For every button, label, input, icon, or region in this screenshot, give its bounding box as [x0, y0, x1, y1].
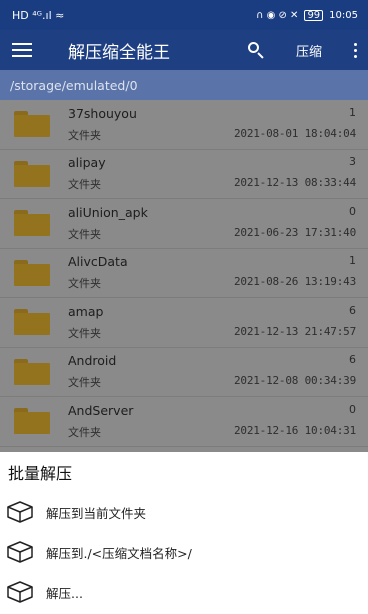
menu-icon[interactable] [12, 43, 32, 57]
file-type: 文件夹 [68, 178, 101, 192]
file-name: 37shouyou [68, 105, 137, 121]
file-name: aliUnion_apk [68, 204, 148, 220]
file-name: alipay [68, 155, 106, 171]
battery-icon: 99 [304, 9, 324, 21]
list-item[interactable]: AlivcData 1 文件夹 2021-08-26 13:19:43 [0, 249, 368, 298]
status-icons: ∩ ◉ ⊘ ✕ [256, 9, 299, 21]
item-count: 6 [349, 353, 356, 367]
status-bar: HD ⁴ᴳ.ıl ≈ ∩ ◉ ⊘ ✕ 99 10:05 [0, 0, 368, 30]
compress-button[interactable]: 压缩 [296, 41, 322, 60]
bottom-sheet: 批量解压 解压到当前文件夹 解压到./<压缩文档名称>/ 解压... [0, 452, 368, 614]
folder-icon [14, 309, 50, 336]
item-count: 0 [349, 402, 356, 416]
list-item[interactable]: Android 6 文件夹 2021-12-08 00:34:39 [0, 348, 368, 397]
folder-icon [14, 111, 50, 138]
file-name: amap [68, 303, 104, 319]
list-item[interactable]: alipay 3 文件夹 2021-12-13 08:33:44 [0, 150, 368, 199]
file-list: 37shouyou 1 文件夹 2021-08-01 18:04:04 alipay… [0, 100, 368, 452]
sheet-item-label: 解压到./<压缩文档名称>/ [46, 545, 192, 561]
item-count: 1 [349, 254, 356, 268]
file-name: AndServer [68, 402, 134, 418]
extract-here-option[interactable]: 解压到当前文件夹 [0, 492, 368, 532]
folder-icon [14, 358, 50, 385]
clock: 10:05 [329, 9, 358, 21]
file-type: 文件夹 [68, 128, 101, 142]
file-name: AlivcData [68, 254, 128, 270]
extract-to-folder-option[interactable]: 解压到./<压缩文档名称>/ [0, 532, 368, 572]
file-type: 文件夹 [68, 376, 101, 390]
more-icon[interactable] [352, 42, 358, 58]
item-count: 6 [349, 303, 356, 317]
list-item[interactable]: amap 6 文件夹 2021-12-13 21:47:57 [0, 298, 368, 348]
item-count: 0 [349, 204, 356, 218]
box-icon [7, 581, 33, 603]
file-type: 文件夹 [68, 227, 101, 241]
list-item[interactable]: aliUnion_apk 0 文件夹 2021-06-23 17:31:40 [0, 199, 368, 249]
list-item[interactable]: AndServer 0 文件夹 2021-12-16 10:04:31 [0, 397, 368, 447]
box-icon [7, 541, 33, 563]
modified-date: 2021-08-01 18:04:04 [233, 126, 356, 140]
status-indicators: HD ⁴ᴳ.ıl ≈ [12, 9, 64, 22]
sheet-item-label: 解压... [46, 585, 83, 601]
item-count: 1 [349, 105, 356, 119]
modified-date: 2021-08-26 13:19:43 [233, 275, 356, 289]
status-right: ∩ ◉ ⊘ ✕ 99 10:05 [256, 9, 358, 21]
list-item[interactable]: 37shouyou 1 文件夹 2021-08-01 18:04:04 [0, 100, 368, 150]
folder-icon [14, 259, 50, 286]
file-type: 文件夹 [68, 326, 101, 340]
folder-icon [14, 408, 50, 435]
file-type: 文件夹 [68, 425, 101, 439]
file-type: 文件夹 [68, 277, 101, 291]
sheet-title: 批量解压 [8, 464, 73, 483]
modified-date: 2021-12-13 08:33:44 [233, 176, 356, 190]
signal-indicators: HD ⁴ᴳ.ıl ≈ [12, 8, 65, 22]
folder-icon [14, 160, 50, 187]
modified-date: 2021-12-16 10:04:31 [233, 423, 356, 437]
folder-icon [14, 210, 50, 237]
app-bar: 解压缩全能王 压缩 [0, 30, 368, 70]
extract-to-option[interactable]: 解压... [0, 572, 368, 612]
app-title: 解压缩全能王 [68, 42, 170, 63]
modified-date: 2021-12-08 00:34:39 [233, 374, 356, 388]
item-count: 3 [349, 155, 356, 169]
box-icon [7, 501, 33, 523]
path-breadcrumb[interactable]: /storage/emulated/0 [0, 70, 368, 100]
search-icon[interactable] [246, 40, 266, 60]
modified-date: 2021-06-23 17:31:40 [233, 225, 356, 239]
file-name: Android [68, 353, 117, 369]
sheet-item-label: 解压到当前文件夹 [46, 505, 147, 521]
modified-date: 2021-12-13 21:47:57 [233, 324, 356, 338]
